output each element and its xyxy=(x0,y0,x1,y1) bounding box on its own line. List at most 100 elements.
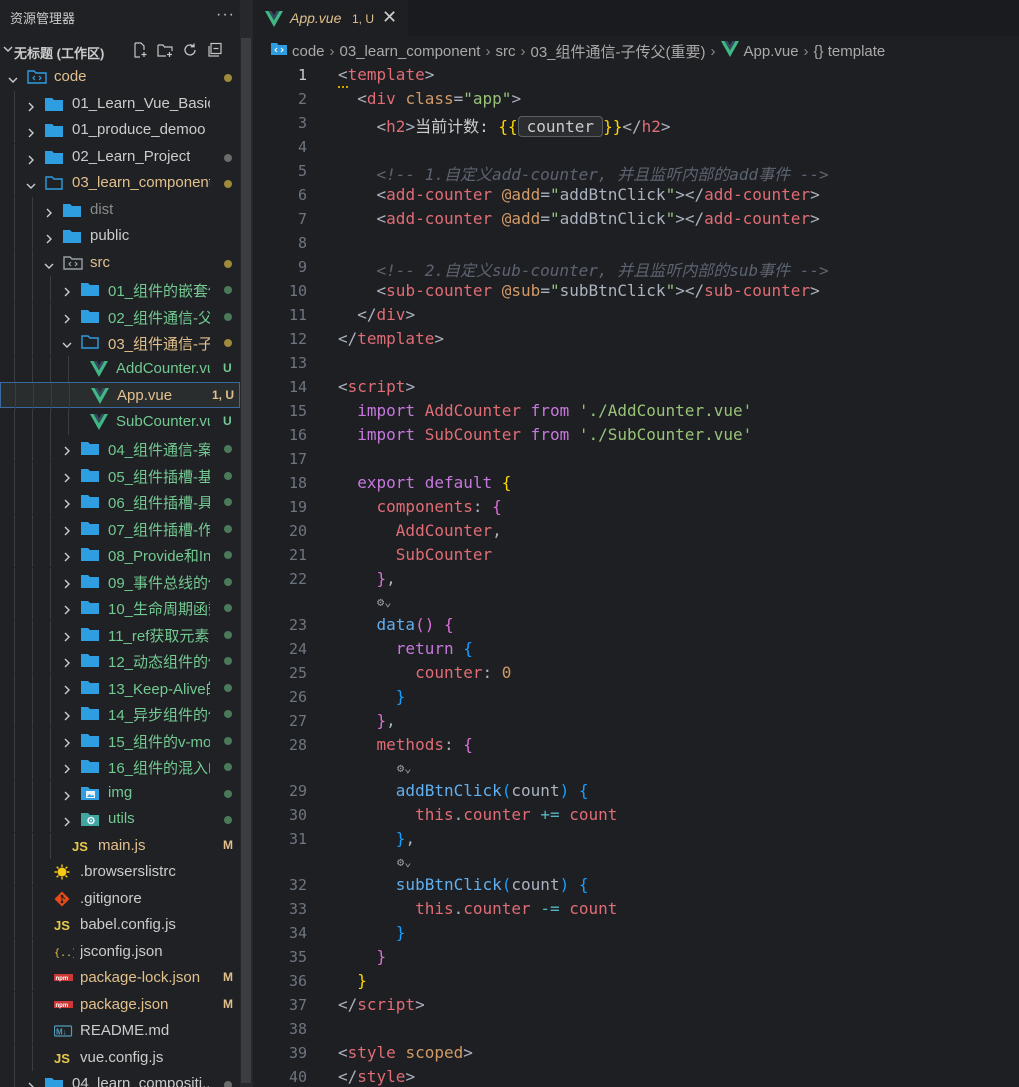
tree-item[interactable]: 01_produce_demoo xyxy=(0,117,240,143)
tree-item[interactable]: 06_组件插槽-具... xyxy=(0,488,240,514)
sidebar-scrollbar-thumb[interactable] xyxy=(241,38,251,1083)
code-line[interactable]: 20 AddCounter, xyxy=(253,520,1019,544)
chevron-right-icon[interactable] xyxy=(62,311,72,324)
code-line[interactable]: 22 }, xyxy=(253,568,1019,592)
chevron-down-icon[interactable] xyxy=(8,72,18,83)
tree-item[interactable]: JS vue.config.js xyxy=(0,1045,240,1071)
tree-item[interactable]: JS babel.config.js xyxy=(0,912,240,938)
code-line[interactable]: 37 </script> xyxy=(253,994,1019,1018)
code-line[interactable]: 1 <template> xyxy=(253,64,1019,88)
code-line[interactable]: 5 <!-- 1.自定义add-counter, 并且监听内部的add事件 --… xyxy=(253,160,1019,184)
code-line[interactable]: 24 return { xyxy=(253,638,1019,662)
code-line[interactable]: 35 } xyxy=(253,946,1019,970)
tree-item[interactable]: npm package-lock.json M xyxy=(0,965,240,991)
new-folder-icon[interactable] xyxy=(157,42,173,58)
chevron-right-icon[interactable] xyxy=(44,231,54,244)
chevron-right-icon[interactable] xyxy=(62,655,72,668)
chevron-right-icon[interactable] xyxy=(26,125,36,138)
tree-item[interactable]: dist xyxy=(0,197,240,223)
chevron-right-icon[interactable] xyxy=(44,205,54,218)
tree-item[interactable]: src xyxy=(0,250,240,276)
tree-item[interactable]: 13_Keep-Alive的... xyxy=(0,674,240,700)
tree-item[interactable]: 09_事件总线的使... xyxy=(0,568,240,594)
codelens-gear-icon[interactable]: ⚙⌄ xyxy=(377,595,391,609)
tree-item[interactable]: 15_组件的v-mod... xyxy=(0,727,240,753)
code-line[interactable]: 13 xyxy=(253,352,1019,376)
breadcrumb-item[interactable]: 03_组件通信-子传父(重要) xyxy=(530,41,705,62)
chevron-right-icon[interactable] xyxy=(62,576,72,589)
codelens-gear-icon[interactable]: ⚙⌄ xyxy=(397,855,411,869)
tree-item[interactable]: 05_组件插槽-基... xyxy=(0,462,240,488)
tree-item[interactable]: .browserslistrc xyxy=(0,859,240,885)
code-editor[interactable]: 1 <template> 2 <div class="app"> 3 <h2>当前计数… xyxy=(253,64,1019,1087)
code-line[interactable]: 19 components: { xyxy=(253,496,1019,520)
code-line[interactable]: 12 </template> xyxy=(253,328,1019,352)
tree-item[interactable]: M↓ README.md xyxy=(0,1018,240,1044)
collapse-all-icon[interactable] xyxy=(207,42,223,58)
tree-item[interactable]: 14_异步组件的使... xyxy=(0,700,240,726)
tree-item[interactable]: JS main.js M xyxy=(0,833,240,859)
tree-item[interactable]: {..} jsconfig.json xyxy=(0,939,240,965)
tree-item[interactable]: App.vue 1, U xyxy=(0,382,240,409)
code-line[interactable]: 36 } xyxy=(253,970,1019,994)
chevron-right-icon[interactable] xyxy=(62,443,72,456)
chevron-right-icon[interactable] xyxy=(62,496,72,509)
tree-item[interactable]: 12_动态组件的使... xyxy=(0,647,240,673)
code-line[interactable]: 25 counter: 0 xyxy=(253,662,1019,686)
code-line[interactable]: 33 this.counter -= count xyxy=(253,898,1019,922)
tree-item[interactable]: 02_Learn_Project xyxy=(0,144,240,170)
tree-item[interactable]: 11_ref获取元素... xyxy=(0,621,240,647)
tree-item[interactable]: code xyxy=(0,64,240,90)
tree-item[interactable]: 01_Learn_Vue_Basic xyxy=(0,91,240,117)
tab-app-vue[interactable]: App.vue 1, U ✕ xyxy=(253,0,408,36)
breadcrumb-item[interactable]: App.vue xyxy=(744,43,799,60)
tree-item[interactable]: 02_组件通信-父... xyxy=(0,303,240,329)
code-line[interactable]: 21 SubCounter xyxy=(253,544,1019,568)
code-line[interactable]: 38 xyxy=(253,1018,1019,1042)
chevron-right-icon[interactable] xyxy=(62,470,72,483)
tree-item[interactable]: utils xyxy=(0,806,240,832)
tree-item[interactable]: 10_生命周期函数... xyxy=(0,594,240,620)
chevron-right-icon[interactable] xyxy=(62,735,72,748)
code-line[interactable]: 15 import AddCounter from './AddCounter.… xyxy=(253,400,1019,424)
code-line[interactable]: 9 <!-- 2.自定义sub-counter, 并且监听内部的sub事件 --… xyxy=(253,256,1019,280)
code-line[interactable]: 32 subBtnClick(count) { xyxy=(253,874,1019,898)
breadcrumb-item[interactable]: src xyxy=(495,43,515,60)
chevron-down-icon[interactable] xyxy=(44,258,54,269)
chevron-right-icon[interactable] xyxy=(62,788,72,801)
code-line[interactable]: 4 xyxy=(253,136,1019,160)
refresh-icon[interactable] xyxy=(182,42,198,58)
close-icon[interactable]: ✕ xyxy=(382,7,397,28)
tree-item[interactable]: 03_learn_component xyxy=(0,170,240,196)
code-line[interactable]: 39 <style scoped> xyxy=(253,1042,1019,1066)
chevron-right-icon[interactable] xyxy=(62,549,72,562)
code-line[interactable]: 26 } xyxy=(253,686,1019,710)
chevron-right-icon[interactable] xyxy=(26,99,36,112)
code-line[interactable]: 31 }, xyxy=(253,828,1019,852)
code-line[interactable]: 30 this.counter += count xyxy=(253,804,1019,828)
breadcrumb-item[interactable]: 03_learn_component xyxy=(340,43,481,60)
chevron-right-icon[interactable] xyxy=(26,152,36,165)
tree-item[interactable]: 01_组件的嵌套使... xyxy=(0,276,240,302)
code-line[interactable]: 11 </div> xyxy=(253,304,1019,328)
code-line[interactable]: 6 <add-counter @add="addBtnClick"></add-… xyxy=(253,184,1019,208)
breadcrumb-item[interactable]: code xyxy=(292,43,325,60)
code-line[interactable]: 2 <div class="app"> xyxy=(253,88,1019,112)
code-line[interactable]: 10 <sub-counter @sub="subBtnClick"></sub… xyxy=(253,280,1019,304)
code-line[interactable]: 14 <script> xyxy=(253,376,1019,400)
tree-item[interactable]: npm package.json M xyxy=(0,992,240,1018)
tree-item[interactable]: 04_组件通信-案... xyxy=(0,435,240,461)
code-line[interactable]: 40 </style> xyxy=(253,1066,1019,1087)
code-line[interactable]: 7 <add-counter @add="addBtnClick"></add-… xyxy=(253,208,1019,232)
chevron-right-icon[interactable] xyxy=(62,708,72,721)
new-file-icon[interactable] xyxy=(132,42,148,58)
chevron-right-icon[interactable] xyxy=(62,682,72,695)
tree-item[interactable]: 04_learn_compositi... xyxy=(0,1071,240,1087)
chevron-right-icon[interactable] xyxy=(26,1079,36,1087)
code-line[interactable]: 16 import SubCounter from './SubCounter.… xyxy=(253,424,1019,448)
code-line[interactable]: 23 data() { xyxy=(253,614,1019,638)
codelens-gear-icon[interactable]: ⚙⌄ xyxy=(397,761,411,775)
tree-item[interactable]: .gitignore xyxy=(0,886,240,912)
code-line[interactable]: 8 xyxy=(253,232,1019,256)
code-line[interactable]: 28 methods: { xyxy=(253,734,1019,758)
